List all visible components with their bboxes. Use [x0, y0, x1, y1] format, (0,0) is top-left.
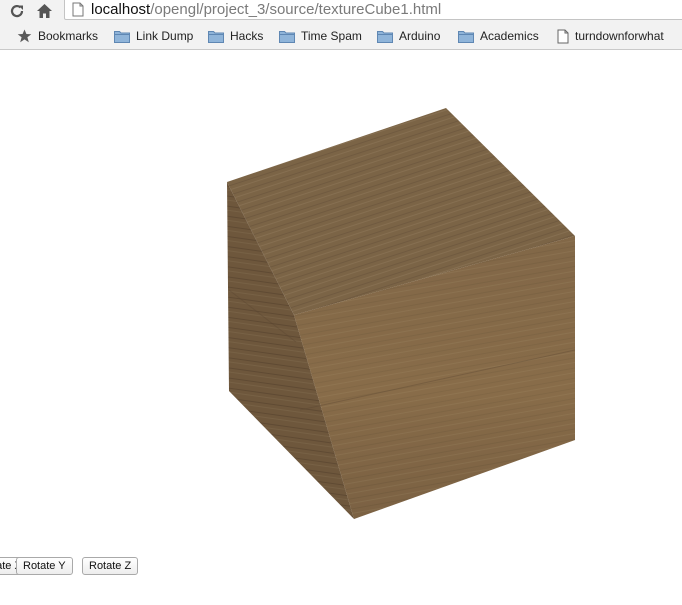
bookmark-folder-arduino[interactable]: Arduino [377, 24, 440, 48]
bookmark-folder-academics[interactable]: Academics [458, 24, 539, 48]
rotate-y-button[interactable]: Rotate Y [16, 557, 73, 575]
bookmark-folder-hacks[interactable]: Hacks [208, 24, 263, 48]
bookmark-label: Link Dump [136, 29, 194, 43]
bookmarks-bar: Bookmarks Link Dump Hacks Time Spam Ardu… [0, 24, 682, 48]
url-host: localhost [91, 1, 151, 18]
browser-chrome: localhost/opengl/project_3/source/textur… [0, 0, 682, 50]
reload-icon[interactable] [6, 1, 28, 21]
page-icon [72, 2, 84, 17]
folder-icon [208, 30, 224, 43]
bookmark-label: Academics [480, 29, 539, 43]
bookmark-label: turndownforwhat [575, 29, 664, 43]
rotate-z-button[interactable]: Rotate Z [82, 557, 139, 575]
bookmark-folder-link-dump[interactable]: Link Dump [114, 24, 193, 48]
bookmark-bookmarks[interactable]: Bookmarks [17, 24, 98, 48]
address-bar[interactable]: localhost/opengl/project_3/source/textur… [64, 0, 682, 20]
bookmark-label: Bookmarks [38, 29, 99, 43]
bookmark-label: Arduino [399, 29, 441, 43]
folder-icon [114, 30, 130, 43]
star-icon [17, 29, 32, 43]
bookmark-label: Hacks [230, 29, 264, 43]
bookmark-folder-time-spam[interactable]: Time Spam [279, 24, 362, 48]
url-text: localhost/opengl/project_3/source/textur… [91, 0, 441, 19]
page-content: Rotate X Rotate Y Rotate Z [0, 50, 682, 605]
folder-icon [458, 30, 474, 43]
page-icon [557, 29, 569, 43]
bookmark-label: Time Spam [301, 29, 362, 43]
browser-toolbar: localhost/opengl/project_3/source/textur… [0, 0, 682, 23]
url-path: /opengl/project_3/source/textureCube1.ht… [150, 1, 442, 18]
webgl-canvas [227, 108, 576, 519]
bookmark-turndownforwhat[interactable]: turndownforwhat [557, 24, 664, 48]
home-icon[interactable] [33, 1, 55, 21]
folder-icon [377, 30, 393, 43]
folder-icon [279, 30, 295, 43]
